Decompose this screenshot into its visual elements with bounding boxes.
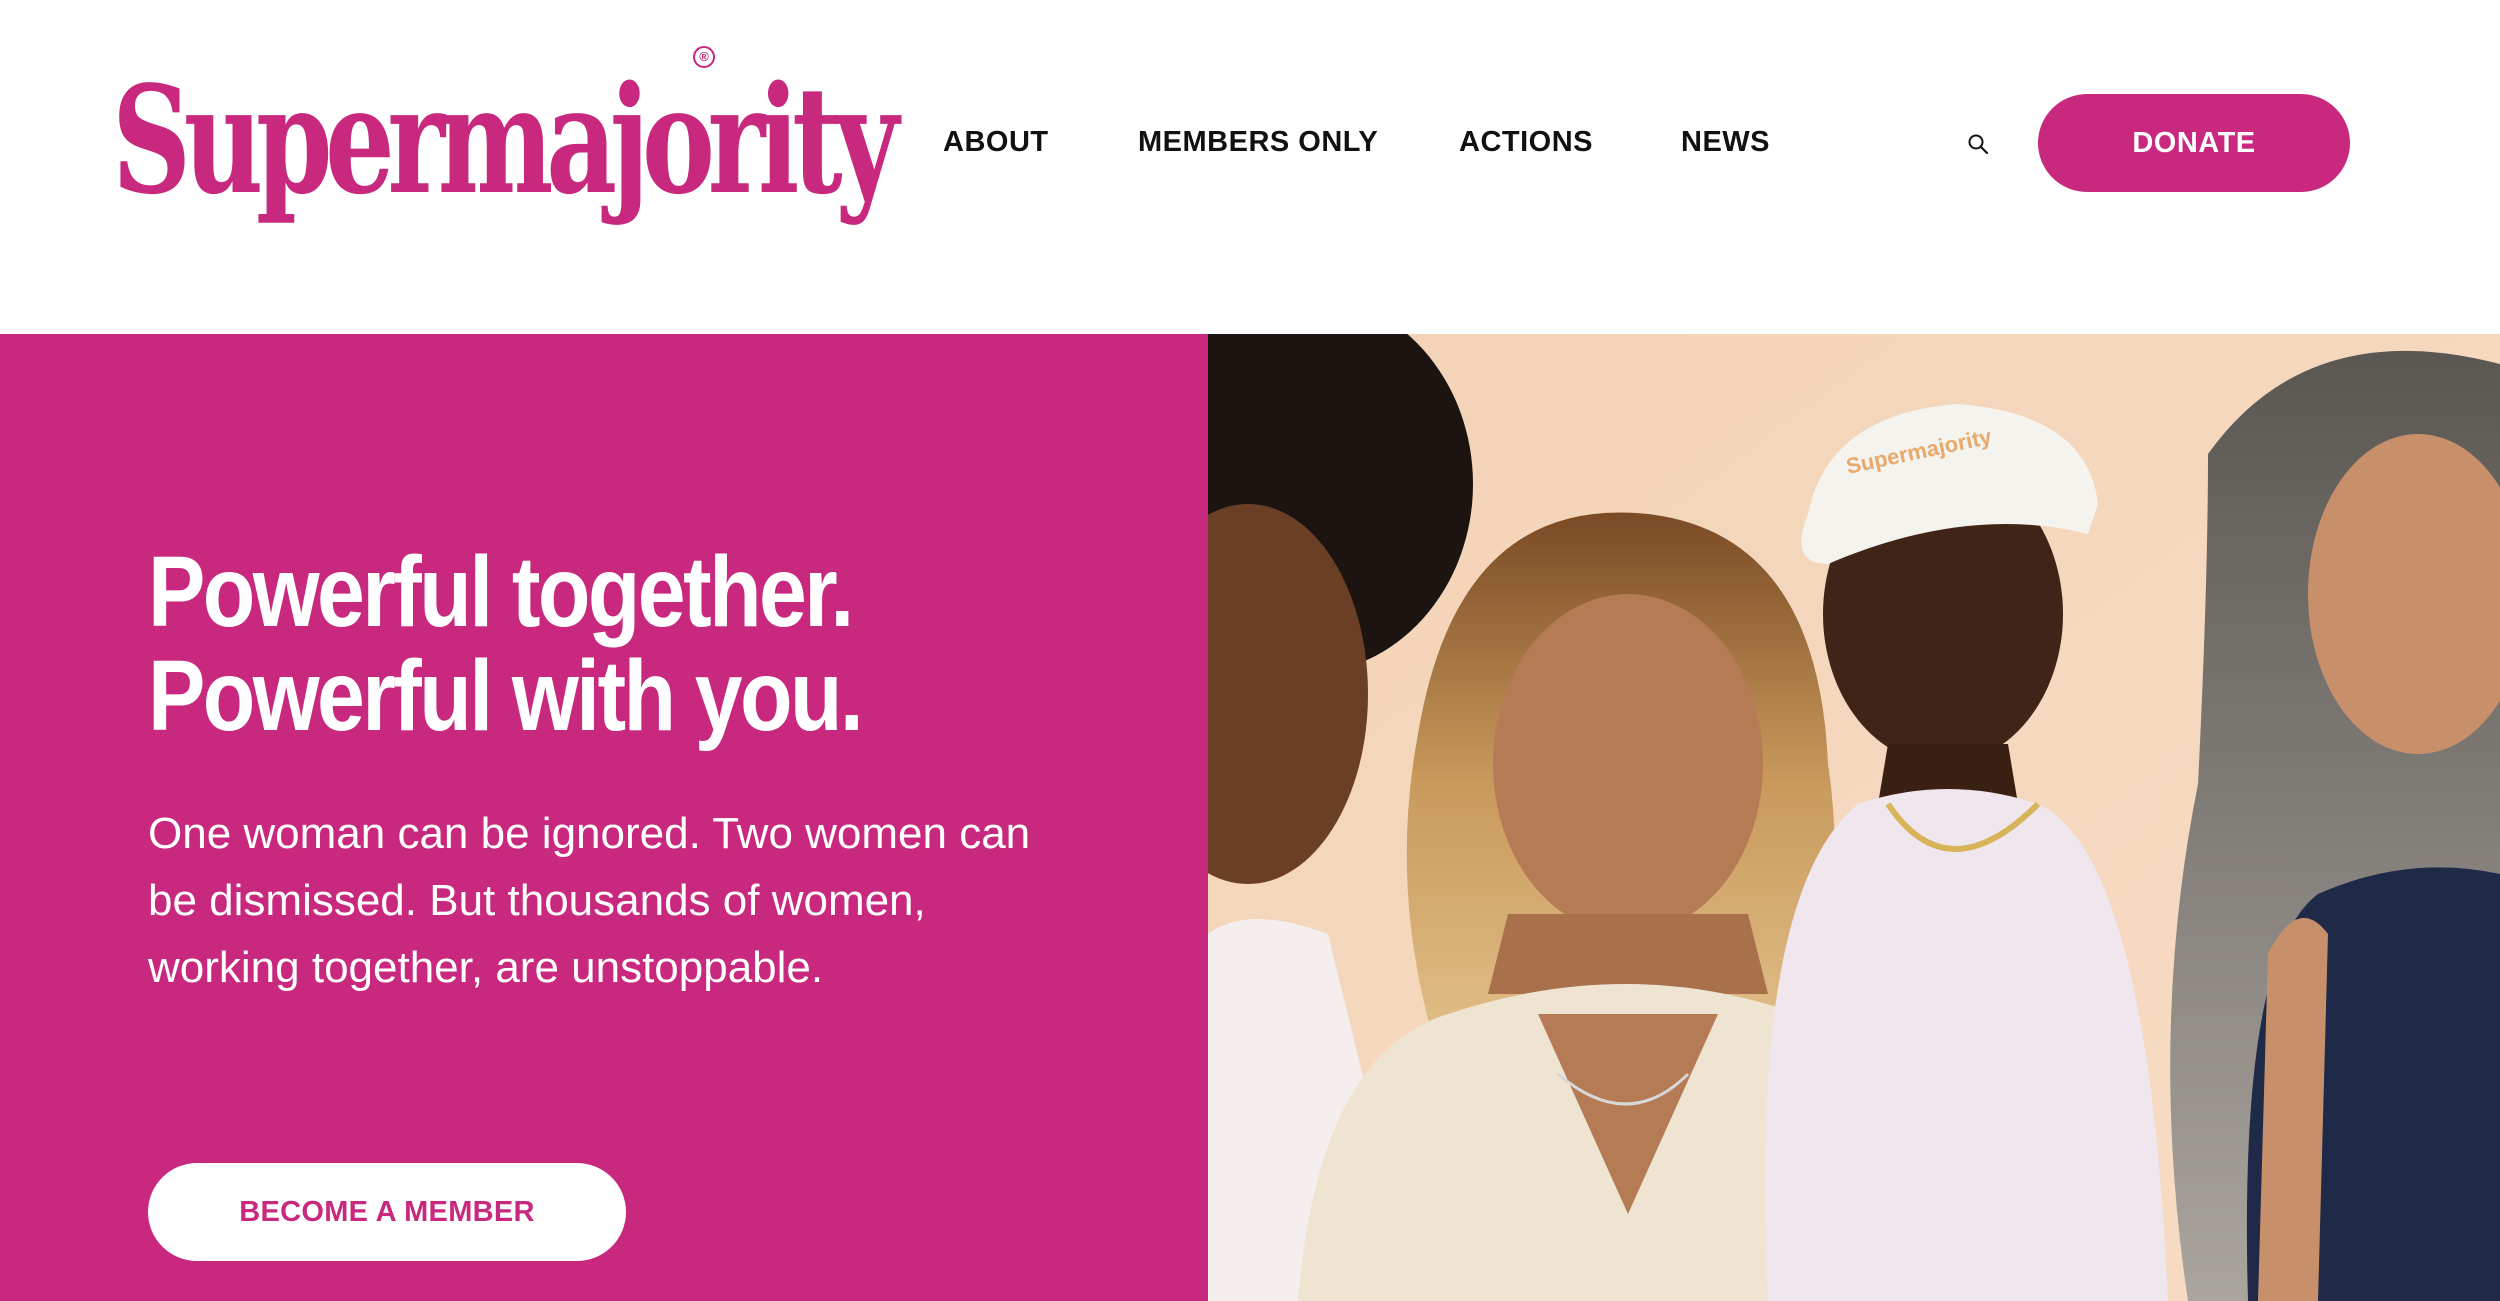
hero-panel: Powerful together. Powerful with you. On… xyxy=(0,334,1208,1301)
headline-line-2: Powerful with you. xyxy=(148,640,864,752)
donate-button[interactable]: DONATE xyxy=(2038,94,2350,192)
site-header: Supermajority ® ABOUT MEMBERS ONLY ACTIO… xyxy=(0,0,2500,334)
hero-headline: Powerful together. Powerful with you. xyxy=(148,540,1188,748)
nav-item-news[interactable]: NEWS xyxy=(1681,118,1770,166)
search-button[interactable] xyxy=(1962,128,1994,160)
nav-item-members-only[interactable]: MEMBERS ONLY xyxy=(1138,118,1378,166)
hero-photo-panel: Supermajority xyxy=(1208,334,2500,1301)
hero-body-text: One woman can be ignored. Two women can … xyxy=(148,809,1031,992)
nav-item-about[interactable]: ABOUT xyxy=(943,118,1049,166)
search-icon xyxy=(1968,134,1989,155)
headline-line-1: Powerful together. xyxy=(148,536,854,648)
group-photo: Supermajority xyxy=(1208,334,2500,1301)
registered-mark: ® xyxy=(693,46,715,68)
nav-item-actions[interactable]: ACTIONS xyxy=(1459,118,1593,166)
person-right xyxy=(2170,350,2500,1301)
become-a-member-button[interactable]: BECOME A MEMBER xyxy=(148,1163,626,1261)
